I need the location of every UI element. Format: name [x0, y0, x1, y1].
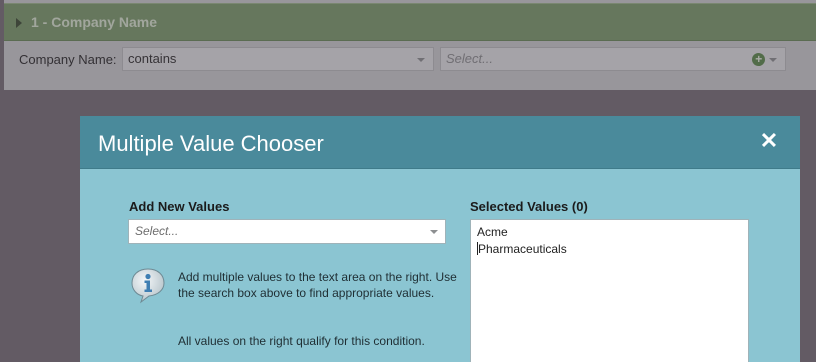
modal-title: Multiple Value Chooser: [98, 131, 324, 156]
add-new-values-label: Add New Values: [129, 199, 230, 214]
selected-value-text: Pharmaceuticals: [478, 242, 567, 256]
help-text-qualify: All values on the right qualify for this…: [178, 334, 425, 348]
help-text: Add multiple values to the text area on …: [178, 270, 457, 300]
multiple-value-chooser-dialog: Multiple Value Chooser ✕ Add New Values …: [80, 116, 800, 362]
selected-values-label: Selected Values (0): [470, 199, 588, 214]
chevron-down-icon: [430, 230, 438, 234]
selected-value-line: Acme: [477, 225, 508, 239]
close-icon[interactable]: ✕: [758, 130, 780, 152]
selected-values-textarea[interactable]: Acme Pharmaceuticals: [470, 219, 749, 362]
add-values-placeholder: Select...: [135, 224, 179, 238]
modal-header: Multiple Value Chooser ✕: [80, 116, 800, 169]
selected-value-line: Pharmaceuticals: [477, 241, 742, 258]
add-values-select[interactable]: Select...: [128, 219, 446, 244]
info-icon: [131, 268, 165, 304]
